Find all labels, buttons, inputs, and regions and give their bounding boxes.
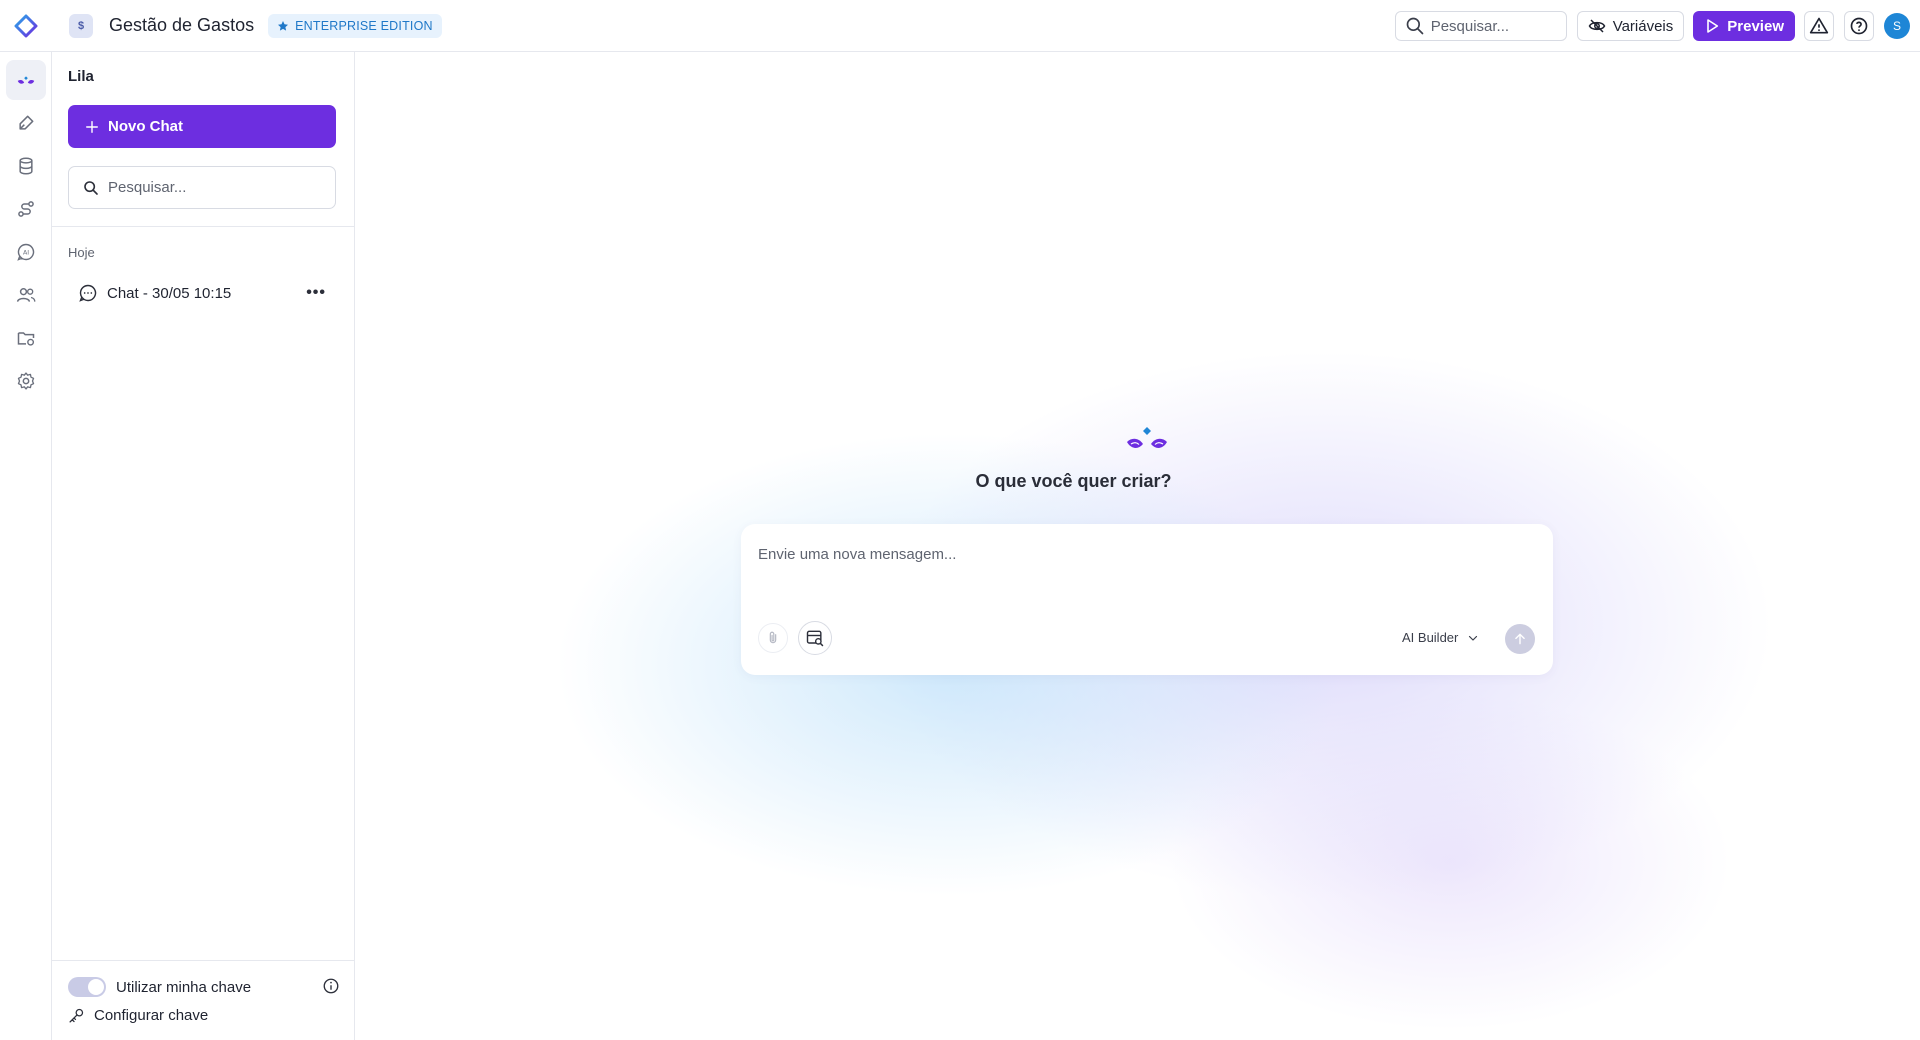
eye-off-icon — [1588, 19, 1606, 33]
ai-chat-icon: AI — [17, 243, 35, 261]
users-icon — [16, 288, 36, 302]
plus-icon — [86, 120, 98, 133]
more-options-icon[interactable]: ••• — [306, 284, 326, 302]
help-button[interactable] — [1844, 11, 1874, 41]
folder-settings-icon — [17, 332, 35, 346]
brush-icon — [19, 115, 34, 130]
chat-sidebar: Lila Novo Chat Pesquisar... Hoje Chat - … — [52, 52, 355, 1040]
svg-text:AI: AI — [23, 250, 29, 257]
play-icon — [1707, 19, 1719, 33]
top-bar: $ Gestão de Gastos ENTERPRISE EDITION Pe… — [0, 0, 1920, 52]
info-icon[interactable] — [322, 977, 340, 995]
rail-item-workflows[interactable] — [6, 189, 46, 229]
sidebar-bottom-divider — [52, 960, 355, 961]
rail-item-settings[interactable] — [6, 361, 46, 401]
chat-search-placeholder: Pesquisar... — [108, 179, 187, 196]
chevron-down-icon — [1469, 635, 1478, 641]
database-icon — [19, 157, 33, 175]
workflow-icon — [18, 201, 34, 217]
gear-icon — [17, 372, 35, 390]
search-icon — [84, 180, 98, 195]
user-avatar[interactable]: S — [1884, 13, 1910, 39]
diamond-logo-icon — [14, 14, 38, 37]
preview-button[interactable]: Preview — [1693, 11, 1795, 41]
star-icon — [278, 20, 289, 31]
send-button[interactable] — [1505, 624, 1535, 654]
rail-item-database[interactable] — [6, 146, 46, 186]
app-title[interactable]: Gestão de Gastos — [109, 15, 254, 36]
edition-badge-label: ENTERPRISE EDITION — [295, 18, 433, 33]
rail-item-files[interactable] — [6, 318, 46, 358]
top-bar-actions: Pesquisar... Variáveis Preview S — [1394, 0, 1920, 52]
chat-title: Chat - 30/05 10:15 — [107, 284, 232, 302]
chat-list-item[interactable]: Chat - 30/05 10:15 ••• — [68, 275, 336, 311]
context-search-button[interactable] — [798, 621, 832, 655]
main-content: O que você quer criar? Envie uma nova me… — [355, 52, 1920, 1040]
ai-assistant-icon — [17, 76, 35, 84]
database-search-icon — [806, 630, 824, 647]
attach-button[interactable] — [758, 623, 788, 653]
global-search-input[interactable]: Pesquisar... — [1394, 11, 1567, 41]
warning-icon — [1809, 17, 1829, 34]
key-icon — [69, 1008, 84, 1023]
new-chat-label: Novo Chat — [108, 118, 183, 135]
configure-key-link[interactable]: Configurar chave — [68, 1007, 208, 1024]
variables-button-label: Variáveis — [1612, 17, 1674, 35]
preview-button-label: Preview — [1727, 17, 1784, 35]
variables-button[interactable]: Variáveis — [1576, 11, 1685, 41]
configure-key-label: Configurar chave — [94, 1007, 209, 1024]
message-input[interactable]: Envie uma nova mensagem... — [758, 546, 956, 563]
hero-title: O que você quer criar? — [975, 471, 1172, 491]
new-chat-button[interactable]: Novo Chat — [68, 105, 336, 148]
chat-group-label: Hoje — [68, 245, 95, 260]
chat-search-input[interactable]: Pesquisar... — [68, 166, 336, 209]
rail-item-ai[interactable]: AI — [6, 232, 46, 272]
use-own-key-toggle[interactable] — [68, 977, 106, 997]
app-icon[interactable]: $ — [69, 13, 93, 38]
left-rail: AI — [0, 52, 52, 1040]
use-own-key-label: Utilizar minha chave — [116, 978, 252, 996]
sidebar-divider — [52, 226, 355, 227]
rail-item-users[interactable] — [6, 275, 46, 315]
model-selector[interactable]: AI Builder — [1402, 630, 1479, 645]
help-circle-icon — [1850, 17, 1868, 35]
use-own-key-row: Utilizar minha chave — [68, 976, 340, 998]
model-selector-label: AI Builder — [1402, 630, 1459, 645]
rail-item-design[interactable] — [6, 103, 46, 143]
paperclip-icon — [769, 631, 777, 644]
message-composer: Envie uma nova mensagem... AI Builder — [741, 524, 1553, 675]
alerts-button[interactable] — [1804, 11, 1834, 41]
ai-assistant-icon — [1127, 427, 1167, 448]
global-search-placeholder: Pesquisar... — [1430, 17, 1510, 35]
logo[interactable] — [0, 0, 52, 52]
chat-bubble-icon — [79, 284, 97, 302]
arrow-up-icon — [1515, 633, 1525, 645]
rail-item-ai-assistant[interactable] — [6, 60, 46, 100]
edition-badge: ENTERPRISE EDITION — [268, 13, 442, 38]
sidebar-title: Lila — [68, 68, 94, 85]
search-icon — [1406, 17, 1424, 35]
